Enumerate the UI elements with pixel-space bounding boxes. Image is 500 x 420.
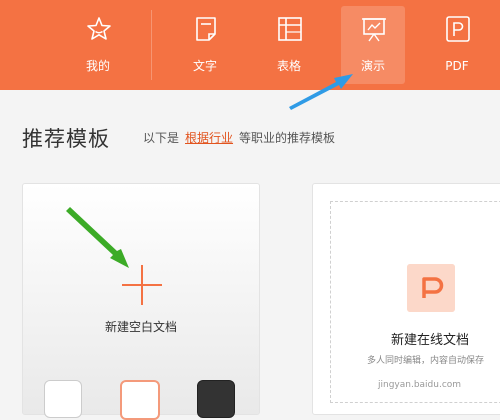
annotation-arrows	[66, 74, 353, 268]
blue-arrow-icon	[289, 74, 353, 110]
green-arrow-icon	[66, 207, 129, 268]
